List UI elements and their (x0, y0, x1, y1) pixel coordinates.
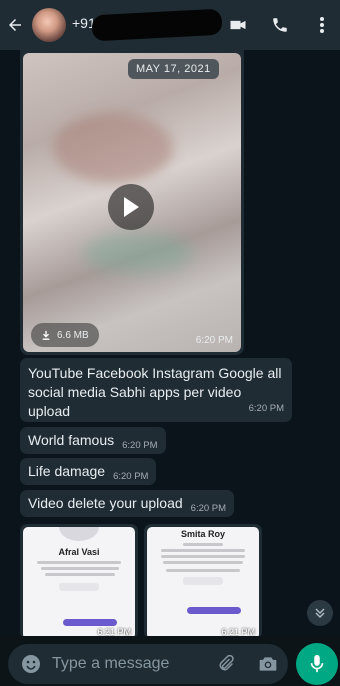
image-text-line (183, 543, 223, 546)
chat-header: +91 (0, 0, 340, 50)
file-size: 6.6 MB (57, 329, 89, 341)
video-call-icon (230, 20, 246, 30)
emoji-button[interactable] (20, 653, 42, 675)
voice-call-button[interactable] (270, 15, 290, 35)
voice-call-icon (273, 18, 287, 32)
image-profile-button (183, 577, 223, 585)
message-bubble[interactable]: World famous 6:20 PM (20, 427, 166, 454)
message-time: 6:21 PM (97, 627, 131, 636)
message-time: 6:20 PM (248, 403, 284, 414)
image-text-line (161, 555, 245, 558)
thumbnail-blur (53, 113, 173, 183)
image-thumbnail[interactable]: Smita Roy 6:21 PM (147, 527, 259, 636)
paperclip-icon (219, 655, 234, 671)
double-chevron-down-icon (315, 608, 325, 619)
message-bubble[interactable]: Video delete your upload 6:20 PM (20, 490, 235, 517)
message-time: 6:20 PM (195, 335, 233, 346)
image-text-line (161, 549, 245, 552)
back-button[interactable] (4, 0, 26, 50)
image-text-line (45, 573, 115, 576)
play-icon (124, 197, 139, 217)
message-text: YouTube Facebook Instagram Google all so… (28, 365, 282, 419)
chat-area[interactable]: MAY 17, 2021 6.6 MB 6:20 PM YouTube Face… (0, 50, 340, 636)
video-thumbnail[interactable]: MAY 17, 2021 6.6 MB 6:20 PM (23, 53, 241, 352)
message-time: 6:21 PM (221, 627, 255, 636)
image-thumbnail[interactable]: Afral Vasi 6:21 PM (23, 527, 135, 636)
contact-info[interactable]: +91 (72, 8, 223, 42)
microphone-icon (310, 654, 324, 673)
camera-icon (259, 657, 277, 671)
image-profile-name: Afral Vasi (58, 547, 100, 557)
play-button[interactable] (108, 184, 154, 230)
image-text-line (166, 569, 240, 572)
message-text: Video delete your upload (28, 495, 183, 511)
message-bubble[interactable]: Life damage 6:20 PM (20, 458, 157, 485)
image-text-line (41, 567, 119, 570)
download-icon (42, 330, 50, 340)
camera-button[interactable] (258, 654, 278, 674)
more-options-icon (320, 17, 324, 33)
message-time: 6:20 PM (190, 503, 227, 514)
image-chat-chip (187, 607, 241, 614)
thumbnail-blur (83, 233, 193, 273)
profile-picture (59, 527, 99, 541)
back-arrow-icon (9, 19, 21, 31)
message-text: Life damage (28, 463, 106, 479)
image-text-line (37, 561, 121, 564)
video-call-button[interactable] (228, 15, 248, 35)
image-message[interactable]: Smita Roy 6:21 PM (144, 524, 262, 636)
image-profile-button (59, 583, 99, 591)
more-options-button[interactable] (312, 15, 332, 35)
redaction-mark (91, 8, 223, 42)
image-profile-name: Smita Roy (180, 529, 225, 539)
image-text-line (163, 561, 243, 564)
message-time: 6:20 PM (113, 471, 149, 482)
image-message[interactable]: Afral Vasi 6:21 PM (20, 524, 138, 636)
emoji-icon (22, 655, 40, 673)
attach-button[interactable] (216, 654, 236, 674)
message-input[interactable] (52, 655, 202, 673)
download-chip[interactable]: 6.6 MB (31, 323, 99, 347)
avatar[interactable] (32, 8, 66, 42)
message-bubble[interactable]: YouTube Facebook Instagram Google all so… (20, 358, 292, 422)
date-chip: MAY 17, 2021 (128, 59, 219, 79)
message-text: World famous (28, 432, 115, 448)
video-message[interactable]: MAY 17, 2021 6.6 MB 6:20 PM (20, 50, 244, 355)
scroll-down-button[interactable] (307, 600, 333, 626)
message-time: 6:20 PM (122, 440, 158, 451)
message-composer (8, 644, 288, 684)
image-chat-chip (63, 619, 117, 626)
voice-message-button[interactable] (296, 643, 338, 685)
